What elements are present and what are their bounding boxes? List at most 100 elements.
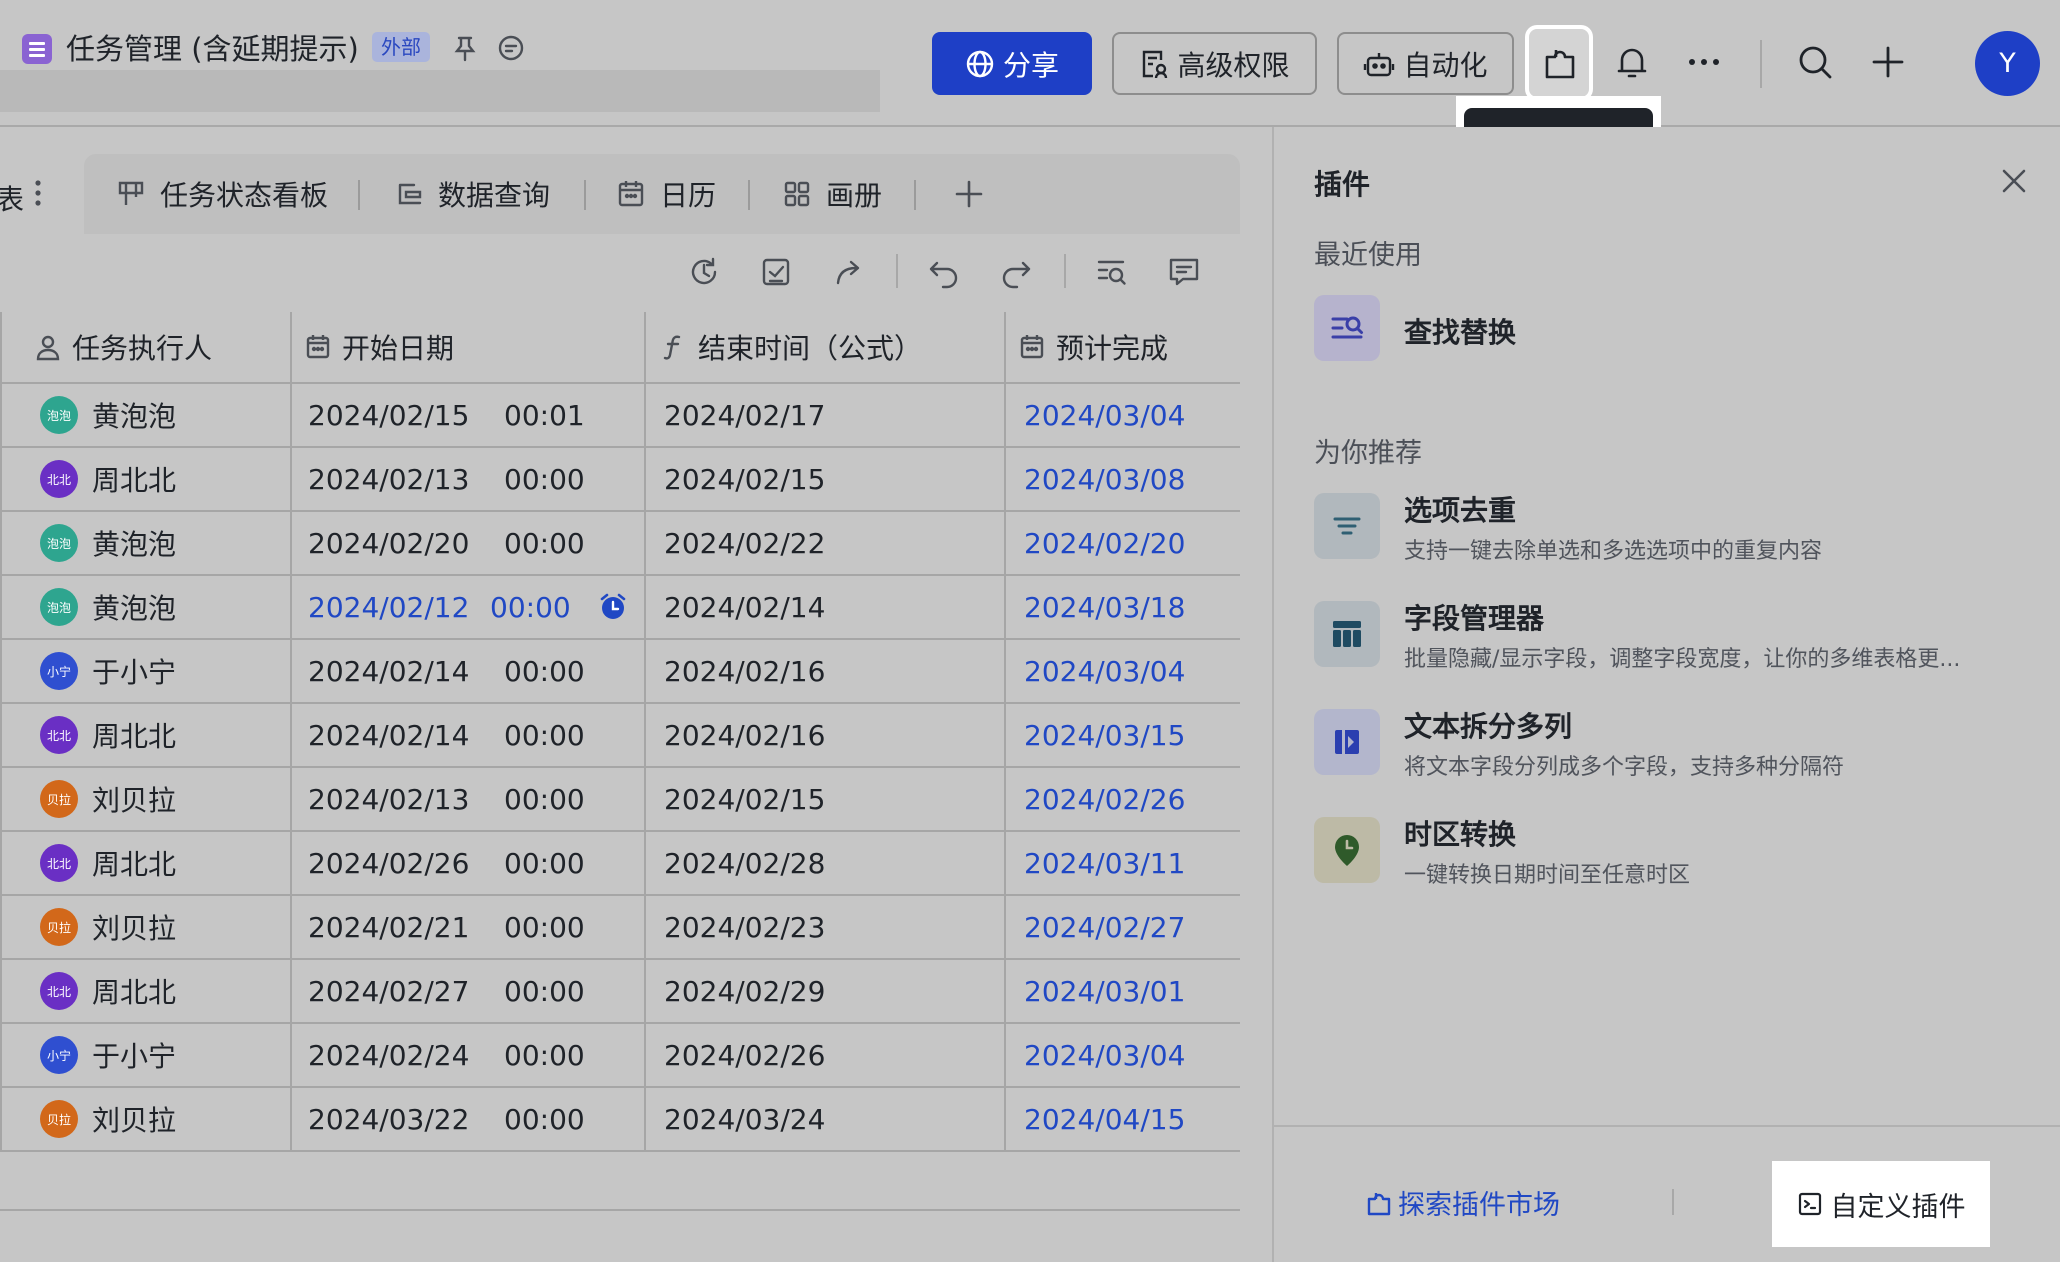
filter-icon <box>1314 493 1380 559</box>
share-button[interactable]: 分享 <box>932 32 1092 95</box>
end-date-cell[interactable]: 2024/03/24 <box>646 1088 1006 1152</box>
start-time: 00:00 <box>504 910 585 944</box>
search-icon[interactable] <box>1793 40 1837 84</box>
start-date-cell[interactable]: 2024/02/12 00:00 <box>292 576 646 640</box>
start-date: 2024/02/14 <box>308 718 470 752</box>
end-date-cell[interactable]: 2024/02/16 <box>646 640 1006 704</box>
assignee-cell[interactable]: 北北 周北北 <box>0 960 292 1024</box>
task-check-icon[interactable] <box>758 254 794 290</box>
start-date-cell[interactable]: 2024/02/20 00:00 <box>292 512 646 576</box>
end-date-cell[interactable]: 2024/02/22 <box>646 512 1006 576</box>
start-date-cell[interactable]: 2024/02/13 00:00 <box>292 448 646 512</box>
external-badge: 外部 <box>372 32 430 62</box>
start-date-cell[interactable]: 2024/02/15 00:01 <box>292 384 646 448</box>
end-date-cell[interactable]: 2024/02/15 <box>646 768 1006 832</box>
plugin-item-timezone[interactable]: 时区转换 一键转换日期时间至任意时区 <box>1314 813 2034 893</box>
plugin-item-text-split[interactable]: 文本拆分多列 将文本字段分列成多个字段，支持多种分隔符 <box>1314 705 2034 785</box>
assignee-cell[interactable]: 小宁 于小宁 <box>0 1024 292 1088</box>
data-grid: 任务执行人 开始日期 结束时间（公式） 预计完成 泡泡 黄泡泡 2024/02/15… <box>0 312 1240 1262</box>
plugin-button[interactable] <box>1529 29 1589 97</box>
assignee-cell[interactable]: 北北 周北北 <box>0 832 292 896</box>
view-menu-kebab-icon[interactable] <box>34 178 42 208</box>
expected-done-cell[interactable]: 2024/03/08 <box>1006 448 1240 512</box>
assignee-cell[interactable]: 贝拉 刘贝拉 <box>0 896 292 960</box>
automation-button[interactable]: 自动化 <box>1337 32 1514 95</box>
add-view-button[interactable] <box>952 172 986 216</box>
start-time: 00:00 <box>504 974 585 1008</box>
share-arrow-icon[interactable] <box>832 254 868 290</box>
column-header-label: 开始日期 <box>342 332 455 365</box>
comment-panel-icon[interactable] <box>1166 254 1202 290</box>
grid-footer-divider <box>0 1209 1240 1211</box>
expected-done-cell[interactable]: 2024/03/04 <box>1006 1024 1240 1088</box>
end-date-cell[interactable]: 2024/02/28 <box>646 832 1006 896</box>
start-date-cell[interactable]: 2024/02/21 00:00 <box>292 896 646 960</box>
assignee-cell[interactable]: 泡泡 黄泡泡 <box>0 512 292 576</box>
more-icon[interactable] <box>1682 40 1726 84</box>
custom-plugin-button[interactable]: 自定义插件 <box>1772 1161 1990 1247</box>
start-date-cell[interactable]: 2024/03/22 00:00 <box>292 1088 646 1152</box>
end-date-cell[interactable]: 2024/02/17 <box>646 384 1006 448</box>
tab-calendar[interactable]: 日历 <box>616 172 716 216</box>
user-avatar[interactable]: Y <box>1975 31 2040 96</box>
start-time: 00:01 <box>504 398 585 432</box>
avatar: 贝拉 <box>40 908 78 946</box>
plugin-item-option-dedupe[interactable]: 选项去重 支持一键去除单选和多选选项中的重复内容 <box>1314 489 2034 569</box>
assignee-cell[interactable]: 北北 周北北 <box>0 704 292 768</box>
gallery-grid-icon <box>784 181 810 207</box>
tab-kanban[interactable]: 任务状态看板 <box>116 172 328 216</box>
end-date-cell[interactable]: 2024/02/26 <box>646 1024 1006 1088</box>
expected-done-cell[interactable]: 2024/03/04 <box>1006 640 1240 704</box>
end-date-cell[interactable]: 2024/02/14 <box>646 576 1006 640</box>
column-header-expected-done[interactable]: 预计完成 <box>1006 312 1240 384</box>
assignee-cell[interactable]: 贝拉 刘贝拉 <box>0 1088 292 1152</box>
alarm-clock-icon[interactable] <box>598 592 628 622</box>
expected-done-cell[interactable]: 2024/02/20 <box>1006 512 1240 576</box>
comment-icon[interactable] <box>496 33 526 63</box>
explore-plugin-market-link[interactable]: 探索插件市场 <box>1366 1183 1560 1222</box>
tab-data-query[interactable]: 数据查询 <box>394 172 550 216</box>
add-icon[interactable] <box>1866 40 1910 84</box>
assignee-cell[interactable]: 泡泡 黄泡泡 <box>0 384 292 448</box>
assignee-cell[interactable]: 小宁 于小宁 <box>0 640 292 704</box>
column-header-assignee[interactable]: 任务执行人 <box>0 312 292 384</box>
column-header-end-time-formula[interactable]: 结束时间（公式） <box>646 312 1006 384</box>
start-date-cell[interactable]: 2024/02/13 00:00 <box>292 768 646 832</box>
avatar: 北北 <box>40 716 78 754</box>
expected-done-cell[interactable]: 2024/03/11 <box>1006 832 1240 896</box>
expected-done-cell[interactable]: 2024/04/15 <box>1006 1088 1240 1152</box>
undo-icon[interactable] <box>926 254 962 290</box>
document-title[interactable]: 任务管理 (含延期提示) <box>66 26 359 68</box>
start-date-cell[interactable]: 2024/02/14 00:00 <box>292 640 646 704</box>
expected-done-cell[interactable]: 2024/03/04 <box>1006 384 1240 448</box>
bell-icon[interactable] <box>1610 40 1654 84</box>
find-icon[interactable] <box>1094 254 1130 290</box>
end-date-cell[interactable]: 2024/02/15 <box>646 448 1006 512</box>
expected-done-cell[interactable]: 2024/03/15 <box>1006 704 1240 768</box>
advanced-permission-button[interactable]: 高级权限 <box>1112 32 1317 95</box>
column-header-start-date[interactable]: 开始日期 <box>292 312 646 384</box>
start-date-cell[interactable]: 2024/02/27 00:00 <box>292 960 646 1024</box>
plugin-item-field-manager[interactable]: 字段管理器 批量隐藏/显示字段，调整字段宽度，让你的多维表格更... <box>1314 597 2034 677</box>
start-date-cell[interactable]: 2024/02/14 00:00 <box>292 704 646 768</box>
redo-icon[interactable] <box>998 254 1034 290</box>
plugin-item-find-replace[interactable]: 查找替换 <box>1314 295 2034 375</box>
end-date-cell[interactable]: 2024/02/16 <box>646 704 1006 768</box>
assignee-cell[interactable]: 泡泡 黄泡泡 <box>0 576 292 640</box>
start-date-cell[interactable]: 2024/02/26 00:00 <box>292 832 646 896</box>
start-date-cell[interactable]: 2024/02/24 00:00 <box>292 1024 646 1088</box>
close-icon[interactable] <box>1998 165 2030 197</box>
tab-gallery[interactable]: 画册 <box>782 172 882 216</box>
history-icon[interactable] <box>686 254 722 290</box>
truncated-view-tab[interactable]: 表 <box>0 178 24 218</box>
end-date-cell[interactable]: 2024/02/23 <box>646 896 1006 960</box>
expected-done-cell[interactable]: 2024/02/26 <box>1006 768 1240 832</box>
assignee-cell[interactable]: 北北 周北北 <box>0 448 292 512</box>
expected-done-cell[interactable]: 2024/03/01 <box>1006 960 1240 1024</box>
end-date-cell[interactable]: 2024/02/29 <box>646 960 1006 1024</box>
pin-icon[interactable] <box>450 33 480 63</box>
find-replace-icon <box>1314 295 1380 361</box>
expected-done-cell[interactable]: 2024/03/18 <box>1006 576 1240 640</box>
assignee-cell[interactable]: 贝拉 刘贝拉 <box>0 768 292 832</box>
expected-done-cell[interactable]: 2024/02/27 <box>1006 896 1240 960</box>
